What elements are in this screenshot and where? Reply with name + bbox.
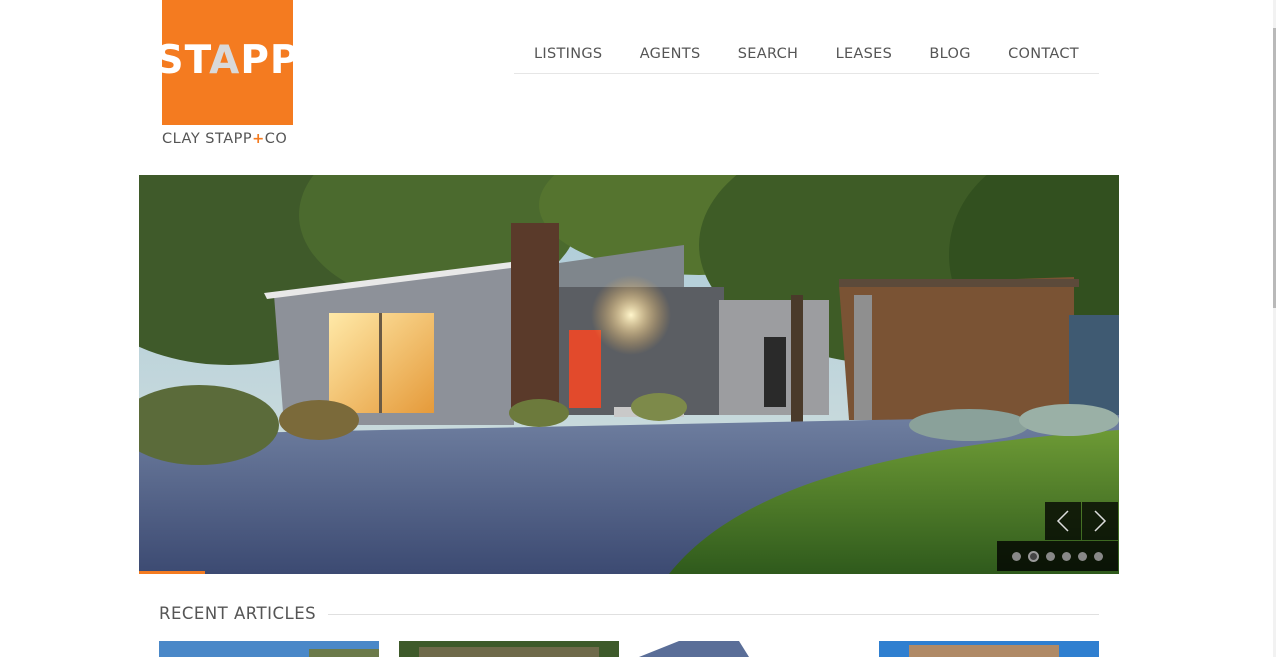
logo-company-name: CLAY STAPP+CO (162, 131, 288, 147)
section-divider (328, 614, 1099, 615)
slider-dot-3[interactable] (1046, 551, 1055, 561)
article-image (399, 641, 619, 657)
article-image (639, 641, 859, 657)
hero-slider[interactable] (139, 175, 1119, 574)
slider-prev-button[interactable] (1045, 502, 1081, 540)
slider-dot-5[interactable] (1078, 551, 1087, 561)
slider-pagination (997, 541, 1118, 571)
hero-house-photo (139, 175, 1119, 574)
main-nav: LISTINGS AGENTS SEARCH LEASES BLOG CONTA… (514, 37, 1099, 74)
article-thumbnail[interactable] (639, 641, 859, 657)
article-thumbnail[interactable] (399, 641, 619, 657)
chevron-right-icon (1094, 510, 1107, 532)
article-thumbnail[interactable] (879, 641, 1099, 657)
slider-dot-2[interactable] (1028, 550, 1039, 562)
slider-next-button[interactable] (1082, 502, 1118, 540)
logo-wordmark: STAPP (155, 38, 300, 83)
slider-dot-4[interactable] (1062, 551, 1071, 561)
slider-arrows (1044, 502, 1118, 540)
site-logo[interactable]: STAPP (155, 0, 299, 125)
nav-agents[interactable]: AGENTS (640, 37, 701, 73)
nav-blog[interactable]: BLOG (929, 37, 970, 73)
article-image (159, 641, 379, 657)
chevron-left-icon (1056, 510, 1069, 532)
article-thumbnail[interactable] (159, 641, 379, 657)
nav-listings[interactable]: LISTINGS (534, 37, 602, 73)
article-image (879, 641, 1099, 657)
nav-leases[interactable]: LEASES (836, 37, 893, 73)
nav-search[interactable]: SEARCH (738, 37, 798, 73)
slider-dot-1[interactable] (1012, 551, 1021, 561)
slider-dot-6[interactable] (1094, 551, 1103, 561)
nav-contact[interactable]: CONTACT (1008, 37, 1079, 73)
recent-articles-heading: RECENT ARTICLES (159, 604, 317, 623)
slide-progress-bar (139, 571, 205, 574)
